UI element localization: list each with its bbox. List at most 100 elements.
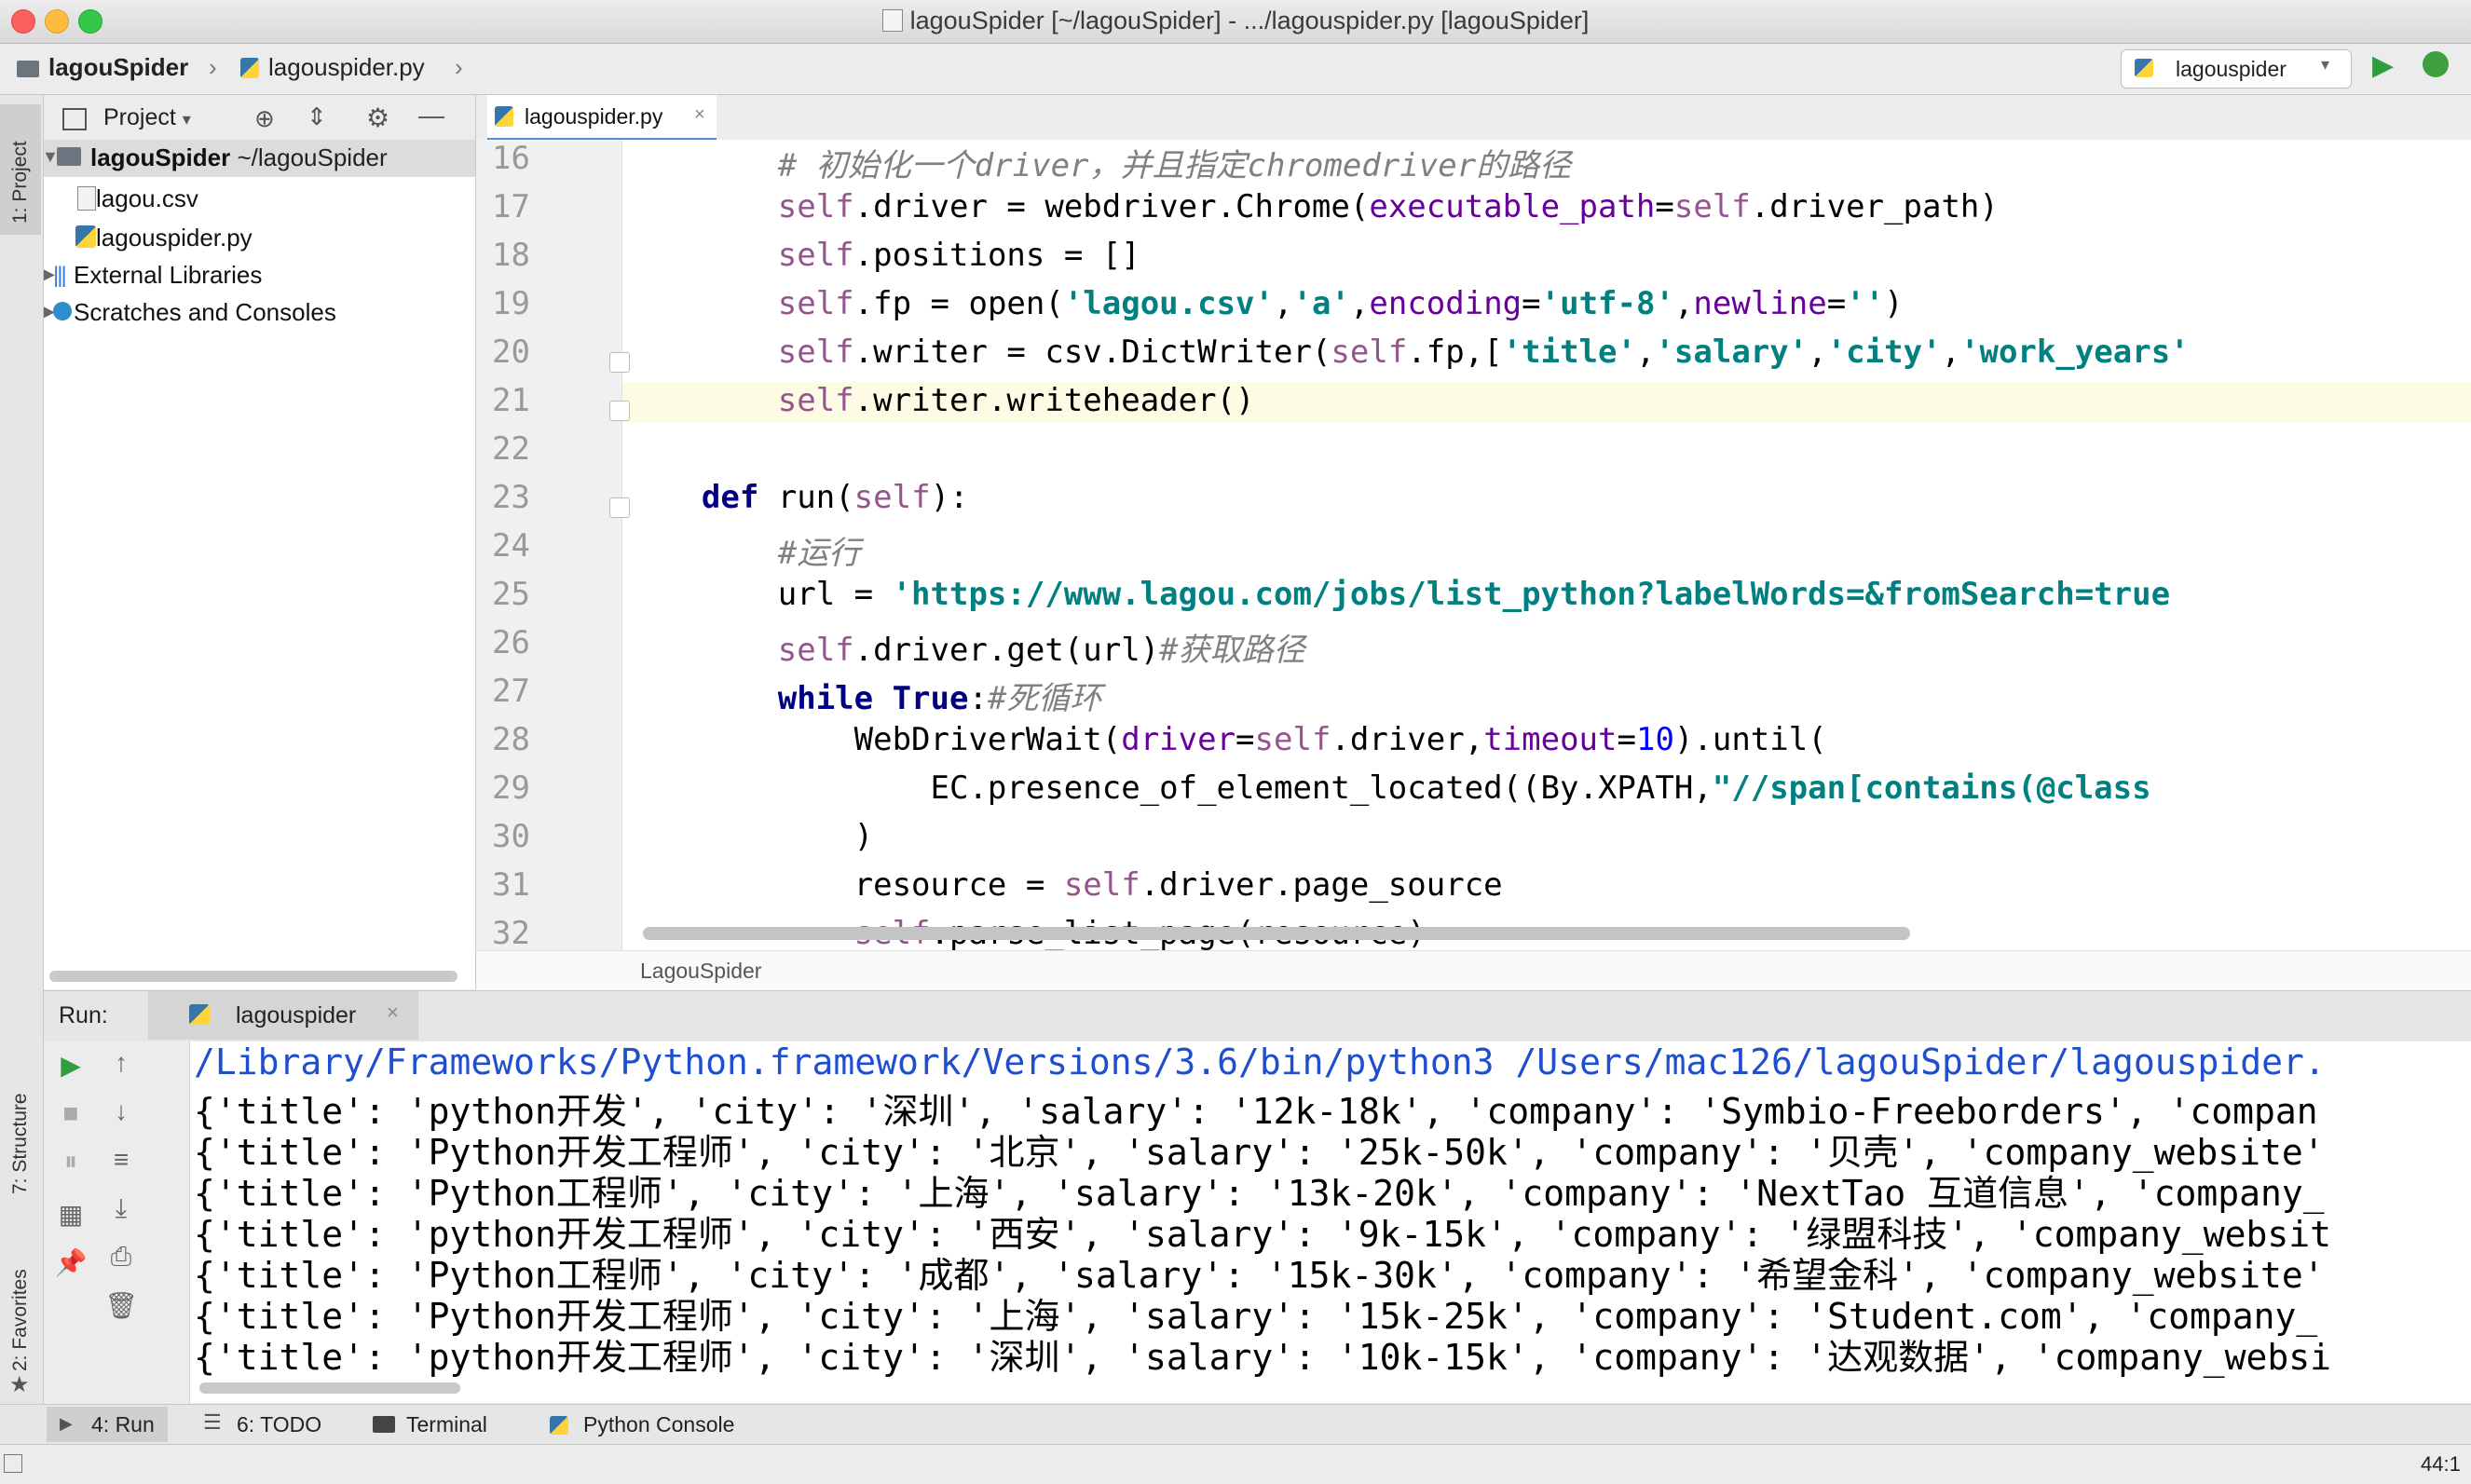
close-icon[interactable]: × [694, 104, 705, 126]
tool-tab-python-console[interactable]: Python Console [546, 1407, 779, 1442]
line-number: 25 [492, 576, 530, 613]
python-file-icon [75, 225, 96, 248]
star-icon: ★ [9, 1372, 30, 1397]
status-panel-icon[interactable] [4, 1454, 22, 1473]
tree-item-project-root[interactable]: ▼ lagouSpider ~/lagouSpider [44, 140, 475, 177]
run-toolbar: ▶ ■ ⏸ ▦ 📌 ↑ ↓ ≡ ⤓ ⎙ 🗑 [44, 1042, 190, 1403]
debug-bug-icon[interactable] [2423, 51, 2449, 77]
code-line: while True:#死循环 [777, 680, 1102, 717]
code-line: self.writer.writeheader() [777, 382, 1255, 419]
favorites-tool-tab[interactable]: 2: Favorites ★ [0, 1232, 41, 1397]
arrow-up-icon[interactable]: ↑ [107, 1048, 135, 1077]
tree-item-file[interactable]: lagouspider.py [44, 220, 475, 257]
chevron-down-icon: ▾ [182, 110, 191, 129]
project-view-selector[interactable]: Project ▾ [103, 104, 191, 131]
line-number: 29 [492, 769, 530, 807]
csv-file-icon [77, 186, 96, 211]
line-number: 24 [492, 527, 530, 565]
scroll-to-end-icon[interactable]: ⤓ [107, 1193, 135, 1222]
collapse-all-icon[interactable]: ⇕ [307, 102, 327, 131]
tree-item-external-libraries[interactable]: ▶ ||| External Libraries [44, 257, 475, 294]
code-line: resource = self.driver.page_source [625, 866, 1503, 904]
tool-tab-run[interactable]: ▶ 4: Run [47, 1407, 168, 1442]
project-tool-tab[interactable]: 1: Project [0, 104, 41, 235]
editor-tab-bar: lagouspider.py × [476, 95, 2471, 141]
line-number: 27 [492, 673, 530, 710]
fold-marker-icon[interactable] [609, 352, 630, 373]
line-number: 32 [492, 915, 530, 950]
tree-item-label: lagouspider.py [96, 224, 253, 252]
run-icon: ▶ [60, 1414, 73, 1433]
chevron-right-icon: › [209, 53, 217, 81]
python-file-icon [240, 58, 259, 78]
project-panel-header: Project ▾ ⊕ ⇕ ⚙ — [44, 95, 475, 141]
editor-breadcrumb[interactable]: LagouSpider [640, 959, 761, 984]
tool-tab-todo[interactable]: ☰ 6: TODO [196, 1407, 345, 1442]
run-console-output[interactable]: /Library/Frameworks/Python.framework/Ver… [190, 1042, 2471, 1403]
project-view-icon [62, 108, 87, 130]
editor-tab-lagouspider[interactable]: lagouspider.py × [487, 95, 717, 141]
python-file-icon [881, 9, 903, 32]
layout-icon[interactable]: ▦ [57, 1200, 85, 1229]
chevron-down-icon: ▾ [2321, 55, 2330, 74]
structure-tool-tab[interactable]: 7: Structure [0, 1045, 41, 1204]
project-horizontal-scrollbar[interactable] [49, 971, 457, 982]
code-line: url = 'https://www.lagou.com/jobs/list_p… [625, 576, 2171, 613]
line-number: 19 [492, 285, 530, 322]
code-line: self.driver.get(url)#获取路径 [777, 632, 1305, 669]
line-number: 20 [492, 334, 530, 371]
console-line: {'title': 'python开发工程师', 'city': '深圳', '… [194, 1337, 2331, 1378]
line-number: 30 [492, 818, 530, 855]
code-line: def run(self): [701, 479, 969, 516]
rerun-icon[interactable]: ▶ [57, 1051, 85, 1080]
line-number: 31 [492, 866, 530, 904]
print-icon[interactable]: ⎙ [107, 1242, 135, 1271]
code-line: self.writer = csv.DictWriter(self.fp,['t… [777, 334, 2190, 371]
soft-wrap-icon[interactable]: ≡ [107, 1145, 135, 1174]
run-configuration-selector[interactable]: lagouspider ▾ [2121, 49, 2352, 88]
fold-marker-icon[interactable] [609, 401, 630, 421]
line-number: 17 [492, 188, 530, 225]
close-icon[interactable]: × [387, 1001, 399, 1025]
project-root-path: ~/lagouSpider [237, 143, 388, 171]
terminal-icon [373, 1416, 395, 1433]
code-line: self.driver = webdriver.Chrome(executabl… [777, 188, 1999, 225]
stop-icon[interactable]: ■ [57, 1098, 85, 1127]
breadcrumb-file[interactable]: lagouspider.py [240, 53, 425, 82]
line-number: 26 [492, 624, 530, 661]
line-number: 23 [492, 479, 530, 516]
code-editor[interactable]: 1617181920212223242526272829303132333435… [476, 140, 2471, 950]
run-button[interactable]: ▶ [2372, 49, 2394, 82]
tree-item-file[interactable]: lagou.csv [44, 181, 475, 218]
hide-panel-icon[interactable]: — [418, 101, 444, 130]
gear-icon[interactable]: ⚙ [366, 102, 389, 133]
python-console-icon [550, 1416, 568, 1435]
library-icon: ||| [53, 263, 67, 288]
tree-item-label: lagou.csv [96, 184, 198, 212]
run-panel-label: Run: [59, 1002, 108, 1028]
arrow-down-icon[interactable]: ↓ [107, 1096, 135, 1125]
tree-item-scratches[interactable]: ▶ Scratches and Consoles [44, 294, 475, 332]
locate-target-icon[interactable]: ⊕ [254, 104, 275, 133]
status-bar: 44:1 [0, 1444, 2471, 1484]
python-file-icon [495, 106, 513, 127]
console-horizontal-scrollbar[interactable] [199, 1382, 460, 1394]
line-number: 28 [492, 721, 530, 758]
project-root-name: lagouSpider [90, 143, 231, 171]
code-line: self.fp = open('lagou.csv','a',encoding=… [777, 285, 1904, 322]
run-tab-lagouspider[interactable]: lagouspider × [148, 991, 418, 1040]
code-line: # 初始化一个driver，并且指定chromedriver的路径 [777, 147, 1572, 184]
window-title: lagouSpider [~/lagouSpider] - .../lagous… [0, 7, 2471, 35]
editor-gutter: 1617181920212223242526272829303132333435 [476, 140, 622, 950]
run-panel-header: Run: lagouspider × [44, 990, 2471, 1042]
window-title-bar: lagouSpider [~/lagouSpider] - .../lagous… [0, 0, 2471, 44]
pause-icon[interactable]: ⏸ [57, 1147, 85, 1176]
editor-horizontal-scrollbar[interactable] [643, 927, 1910, 940]
code-line: ) [625, 818, 874, 855]
trash-icon[interactable]: 🗑 [104, 1291, 138, 1320]
pin-icon[interactable]: 📌 [55, 1248, 88, 1277]
caret-position[interactable]: 44:1 [2421, 1452, 2461, 1477]
fold-marker-icon[interactable] [609, 497, 630, 518]
tool-tab-terminal[interactable]: Terminal [369, 1407, 518, 1442]
breadcrumb-project[interactable]: lagouSpider [17, 53, 188, 82]
